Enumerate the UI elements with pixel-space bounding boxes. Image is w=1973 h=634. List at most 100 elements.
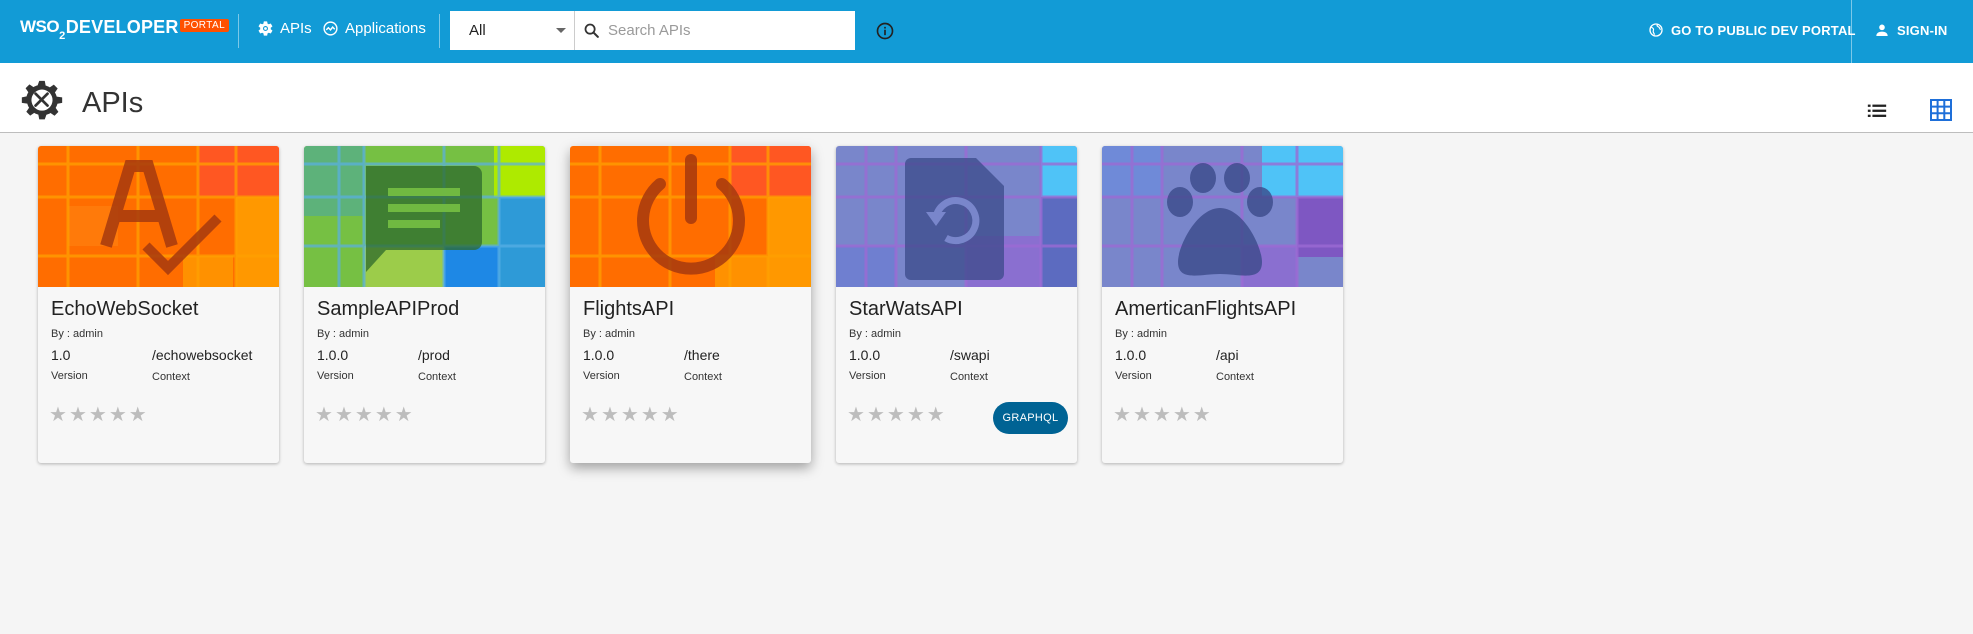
star-icon[interactable]: ★ — [927, 405, 945, 425]
star-icon[interactable]: ★ — [867, 405, 885, 425]
star-icon[interactable]: ★ — [129, 405, 147, 425]
api-context: /swapi — [950, 347, 990, 363]
api-name: SampleAPIProd — [317, 298, 460, 320]
star-icon[interactable]: ★ — [601, 405, 619, 425]
sign-in-button[interactable]: SIGN-IN — [1874, 22, 1948, 38]
public-portal-label: GO TO PUBLIC DEV PORTAL — [1671, 22, 1856, 38]
star-icon[interactable]: ★ — [1133, 405, 1151, 425]
version-label: Version — [317, 370, 354, 382]
version-label: Version — [51, 370, 88, 382]
version-label: Version — [849, 370, 886, 382]
context-label: Context — [152, 371, 190, 383]
top-app-bar: WSO2 DEVELOPER PORTAL APIs Applications … — [0, 0, 1973, 63]
page-title: APIs — [82, 87, 144, 119]
star-icon[interactable]: ★ — [847, 405, 865, 425]
api-author: By : admin — [1115, 328, 1167, 340]
version-label: Version — [1115, 370, 1152, 382]
go-to-public-dev-portal-button[interactable]: GO TO PUBLIC DEV PORTAL — [1648, 22, 1856, 38]
nav-applications-label: Applications — [345, 20, 426, 37]
nav-applications-link[interactable]: Applications — [322, 20, 426, 37]
rating-stars[interactable]: ★ ★ ★ ★ ★ — [1113, 405, 1211, 425]
star-icon[interactable]: ★ — [661, 405, 679, 425]
api-version: 1.0.0 — [1115, 347, 1147, 363]
person-icon — [1876, 24, 1888, 36]
api-context: /there — [684, 347, 720, 363]
chevron-down-icon — [556, 28, 566, 33]
api-name: AmerticanFlightsAPI — [1115, 298, 1297, 320]
api-card[interactable]: SampleAPIProd By : admin 1.0.0 /prod Ver… — [304, 146, 545, 463]
file-restore-icon — [905, 158, 1004, 280]
api-thumbnail — [304, 146, 545, 287]
search-scope-select[interactable]: All — [450, 11, 575, 50]
api-author: By : admin — [583, 328, 635, 340]
sign-in-label: SIGN-IN — [1897, 22, 1948, 38]
star-icon[interactable]: ★ — [907, 405, 925, 425]
star-icon[interactable]: ★ — [69, 405, 87, 425]
info-icon[interactable] — [875, 21, 895, 41]
star-icon[interactable]: ★ — [621, 405, 639, 425]
api-card[interactable]: StarWatsAPI By : admin 1.0.0 /swapi Vers… — [836, 146, 1077, 463]
logo-wso2-text: WSO2 — [20, 17, 65, 42]
context-label: Context — [418, 371, 456, 383]
rating-stars[interactable]: ★ ★ ★ ★ ★ — [581, 405, 679, 425]
search-icon — [584, 23, 599, 38]
api-version: 1.0.0 — [849, 347, 881, 363]
grid-view-icon[interactable] — [1929, 98, 1953, 122]
star-icon[interactable]: ★ — [355, 405, 373, 425]
star-icon[interactable]: ★ — [581, 405, 599, 425]
context-label: Context — [950, 371, 988, 383]
star-icon[interactable]: ★ — [89, 405, 107, 425]
api-version: 1.0.0 — [317, 347, 349, 363]
api-card[interactable]: EchoWebSocket By : admin 1.0 /echowebsoc… — [38, 146, 279, 463]
gear-icon — [258, 21, 273, 36]
search-input[interactable] — [608, 11, 848, 50]
logo-developer-text: DEVELOPER — [65, 17, 179, 37]
rating-stars[interactable]: ★ ★ ★ ★ ★ — [315, 405, 413, 425]
star-icon[interactable]: ★ — [315, 405, 333, 425]
version-label: Version — [583, 370, 620, 382]
api-context: /prod — [418, 347, 450, 363]
api-context: /api — [1216, 347, 1239, 363]
star-icon[interactable]: ★ — [1193, 405, 1211, 425]
api-name: FlightsAPI — [583, 298, 675, 320]
search-box — [575, 11, 855, 50]
applications-icon — [323, 21, 338, 36]
api-name: StarWatsAPI — [849, 298, 963, 320]
star-icon[interactable]: ★ — [641, 405, 659, 425]
star-icon[interactable]: ★ — [49, 405, 67, 425]
api-thumbnail — [38, 146, 279, 287]
api-name: EchoWebSocket — [51, 298, 199, 320]
star-icon[interactable]: ★ — [109, 405, 127, 425]
star-icon[interactable]: ★ — [375, 405, 393, 425]
list-view-icon[interactable] — [1866, 100, 1888, 122]
context-label: Context — [1216, 371, 1254, 383]
api-thumbnail — [570, 146, 811, 287]
api-card[interactable]: FlightsAPI By : admin 1.0.0 /there Versi… — [570, 146, 811, 463]
star-icon[interactable]: ★ — [395, 405, 413, 425]
header-divider — [1851, 0, 1852, 63]
nav-apis-link[interactable]: APIs — [257, 20, 312, 37]
rating-stars[interactable]: ★ ★ ★ ★ ★ — [847, 405, 945, 425]
api-context: /echowebsocket — [152, 347, 253, 363]
header-divider — [238, 14, 239, 48]
api-version: 1.0 — [51, 347, 71, 363]
nav-apis-label: APIs — [280, 20, 312, 37]
api-author: By : admin — [317, 328, 369, 340]
globe-icon — [1649, 23, 1663, 37]
star-icon[interactable]: ★ — [1113, 405, 1131, 425]
star-icon[interactable]: ★ — [1173, 405, 1191, 425]
api-author: By : admin — [849, 328, 901, 340]
api-card[interactable]: AmerticanFlightsAPI By : admin 1.0.0 /ap… — [1102, 146, 1343, 463]
logo-portal-badge: PORTAL — [179, 19, 230, 32]
api-version: 1.0.0 — [583, 347, 615, 363]
star-icon[interactable]: ★ — [335, 405, 353, 425]
gear-tools-icon — [21, 80, 63, 120]
graphql-badge[interactable]: GRAPHQL — [993, 402, 1068, 434]
context-label: Context — [684, 371, 722, 383]
rating-stars[interactable]: ★ ★ ★ ★ ★ — [49, 405, 147, 425]
wso2-developer-portal-logo[interactable]: WSO2 DEVELOPER PORTAL — [20, 17, 230, 42]
star-icon[interactable]: ★ — [887, 405, 905, 425]
page-header: APIs — [0, 63, 1973, 133]
search-scope-value: All — [469, 22, 486, 39]
star-icon[interactable]: ★ — [1153, 405, 1171, 425]
